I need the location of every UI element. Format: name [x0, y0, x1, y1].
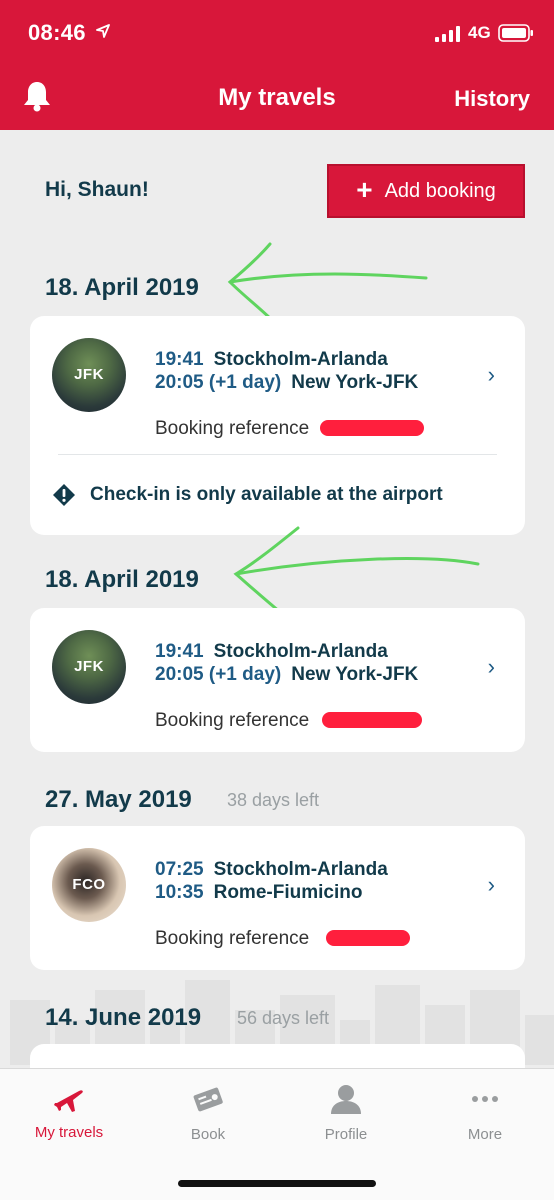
checkin-notice-text: Check-in is only available at the airpor… [90, 484, 443, 505]
tab-label: Book [190, 1126, 226, 1143]
arrival-place: New York-JFK [291, 664, 419, 685]
redaction-mark [320, 420, 424, 436]
status-bar: 08:46 4G [0, 0, 554, 60]
ticket-icon [193, 1087, 223, 1112]
tab-label: More [467, 1126, 503, 1143]
tab-profile[interactable]: Profile [277, 1083, 415, 1143]
trip-date: 18. April 2019 [45, 566, 199, 593]
destination-code: FCO [72, 876, 106, 893]
days-left-label: 56 days left [237, 1008, 330, 1028]
plus-icon: + [356, 173, 373, 205]
battery-icon [498, 24, 533, 42]
status-time: 08:46 [28, 20, 86, 45]
departure-place: Stockholm-Arlanda [213, 641, 388, 662]
tab-my-travels[interactable]: My travels [0, 1083, 138, 1141]
arrival-place: New York-JFK [291, 372, 419, 393]
departure-time: 07:25 [155, 859, 204, 880]
arrival-time: 10:35 [155, 882, 204, 903]
arrival-time: 20:05 (+1 day) [155, 372, 282, 393]
history-button[interactable]: History [454, 86, 530, 112]
checkin-notice: Check-in is only available at the airpor… [52, 483, 443, 507]
trip-date: 27. May 2019 [45, 786, 192, 813]
location-arrow-icon [96, 24, 110, 38]
destination-avatar: FCO [52, 848, 126, 922]
arrival-row: 20:05 (+1 day) New York-JFK [155, 664, 418, 686]
redaction-mark [326, 930, 410, 946]
trip-card[interactable]: JFK 19:41 Stockholm-Arlanda 20:05 (+1 day… [30, 316, 525, 535]
trip-card[interactable]: FCO 07:25 Stockholm-Arlanda 10:35 Rome-Fiu… [30, 826, 525, 970]
arrival-row: 10:35 Rome-Fiumicino [155, 882, 362, 904]
trip-date: 14. June 2019 [45, 1004, 202, 1031]
departure-row: 19:41 Stockholm-Arlanda [155, 641, 388, 663]
departure-place: Stockholm-Arlanda [213, 349, 388, 370]
chevron-right-icon: › [487, 654, 495, 679]
redaction-mark [322, 712, 422, 728]
network-label: 4G [468, 23, 491, 42]
arrival-place: Rome-Fiumicino [213, 882, 363, 903]
chevron-right-icon: › [487, 872, 495, 897]
tab-more[interactable]: More [416, 1083, 554, 1143]
more-dots-icon [472, 1096, 498, 1102]
departure-row: 19:41 Stockholm-Arlanda [155, 349, 388, 371]
person-icon [331, 1085, 361, 1114]
booking-reference-label: Booking reference [155, 928, 310, 949]
app-header: 08:46 4G My travels History [0, 0, 554, 130]
divider [58, 454, 497, 455]
destination-avatar: JFK [52, 338, 126, 412]
days-left-label: 38 days left [227, 790, 320, 810]
signal-icon [435, 26, 460, 42]
airplane-icon [54, 1090, 83, 1112]
departure-row: 07:25 Stockholm-Arlanda [155, 859, 388, 881]
departure-place: Stockholm-Arlanda [213, 859, 388, 880]
arrival-time: 20:05 (+1 day) [155, 664, 282, 685]
warning-icon [53, 484, 75, 506]
booking-reference-label: Booking reference [155, 418, 310, 439]
destination-code: JFK [74, 366, 104, 383]
trip-date: 18. April 2019 [45, 274, 199, 301]
tab-label: My travels [34, 1124, 104, 1141]
destination-avatar: JFK [52, 630, 126, 704]
greeting: Hi, Shaun! [45, 178, 149, 201]
departure-time: 19:41 [155, 641, 204, 662]
trip-card[interactable]: JFK 19:41 Stockholm-Arlanda 20:05 (+1 day… [30, 608, 525, 752]
chevron-right-icon: › [487, 362, 495, 387]
tab-label: Profile [324, 1126, 368, 1143]
annotation-arrow [227, 242, 428, 324]
booking-reference-label: Booking reference [155, 710, 310, 731]
add-booking-button[interactable]: + Add booking [327, 164, 525, 218]
tab-book[interactable]: Book [139, 1083, 277, 1143]
arrival-row: 20:05 (+1 day) New York-JFK [155, 372, 418, 394]
add-booking-label: Add booking [384, 179, 496, 202]
home-indicator [178, 1180, 376, 1187]
departure-time: 19:41 [155, 349, 204, 370]
destination-code: JFK [74, 658, 104, 675]
